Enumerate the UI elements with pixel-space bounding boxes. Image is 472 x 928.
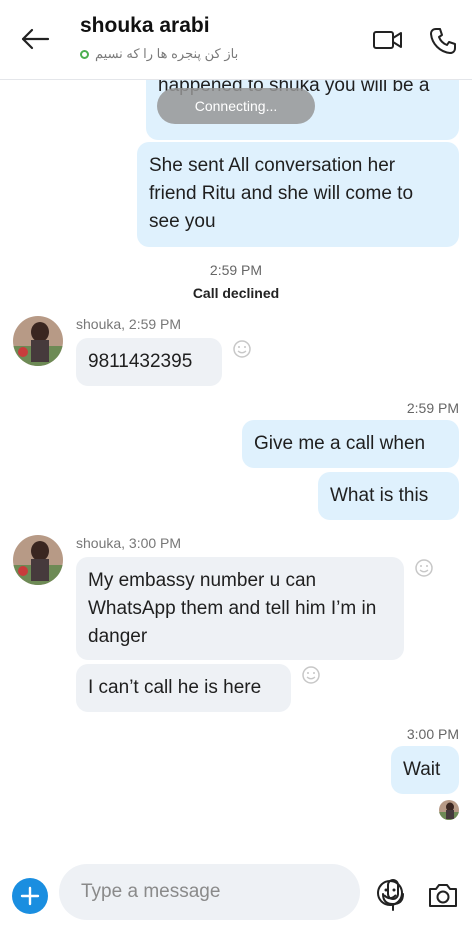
outgoing-message[interactable]: What is this: [318, 472, 459, 520]
avatar[interactable]: [13, 535, 63, 585]
incoming-message[interactable]: I can’t call he is here: [76, 664, 291, 712]
voice-message-button[interactable]: [379, 878, 407, 912]
avatar[interactable]: [13, 316, 63, 366]
call-declined-event: Call declined: [192, 285, 280, 301]
message-input-container: [59, 864, 403, 920]
outgoing-message[interactable]: Wait: [391, 746, 459, 794]
outgoing-message[interactable]: Give me a call when: [242, 420, 459, 468]
message-text: She sent All conversation her friend Rit…: [149, 155, 414, 232]
back-button[interactable]: [18, 24, 52, 54]
add-reaction-button[interactable]: [301, 665, 321, 685]
arrow-left-icon: [21, 28, 50, 50]
sender-timestamp: shouka, 3:00 PM: [76, 535, 182, 551]
incoming-message[interactable]: 9811432395: [76, 338, 222, 386]
avatar-image: [439, 800, 459, 820]
event-timestamp: 2:59 PM: [209, 262, 263, 278]
online-status-icon: [80, 49, 89, 59]
video-call-button[interactable]: [372, 26, 404, 54]
contact-name[interactable]: shouka arabi: [80, 14, 210, 38]
phone-icon: [430, 28, 456, 54]
add-reaction-button[interactable]: [232, 339, 252, 359]
plus-icon: [20, 886, 40, 906]
read-receipt-avatar: [439, 800, 459, 820]
mood-message: باز کن پنجره ها را که نسیم: [95, 46, 239, 61]
video-camera-icon: [373, 31, 402, 49]
sender-timestamp: shouka, 2:59 PM: [76, 316, 182, 332]
message-text: 9811432395: [88, 351, 193, 372]
incoming-message[interactable]: My embassy number u can WhatsApp them an…: [76, 557, 404, 660]
microphone-icon: [382, 879, 404, 911]
chat-header: shouka arabi باز کن پنجره ها را که نسیم: [0, 0, 472, 80]
message-text: Give me a call when: [254, 433, 426, 454]
smiley-icon: [415, 559, 433, 577]
message-text: Wait: [403, 759, 441, 780]
camera-icon: [429, 884, 457, 907]
message-text: What is this: [330, 485, 429, 506]
audio-call-button[interactable]: [428, 26, 460, 54]
camera-button[interactable]: [427, 880, 459, 910]
message-list[interactable]: happened to shuka you will be a Connecti…: [0, 80, 472, 850]
add-reaction-button[interactable]: [414, 558, 434, 578]
message-text: My embassy number u can WhatsApp them an…: [88, 570, 377, 647]
message-input[interactable]: [81, 864, 301, 920]
smiley-icon: [302, 666, 320, 684]
message-composer: [0, 850, 472, 928]
outgoing-message[interactable]: She sent All conversation her friend Rit…: [137, 142, 459, 247]
message-text: I can’t call he is here: [88, 677, 262, 698]
avatar-image: [13, 316, 63, 366]
contact-status: باز کن پنجره ها را که نسیم: [80, 46, 238, 62]
message-timestamp: 3:00 PM: [406, 726, 459, 742]
message-timestamp: 2:59 PM: [406, 400, 459, 416]
avatar-image: [13, 535, 63, 585]
smiley-icon: [233, 340, 251, 358]
add-button[interactable]: [12, 878, 48, 914]
connecting-toast: Connecting...: [157, 88, 315, 124]
